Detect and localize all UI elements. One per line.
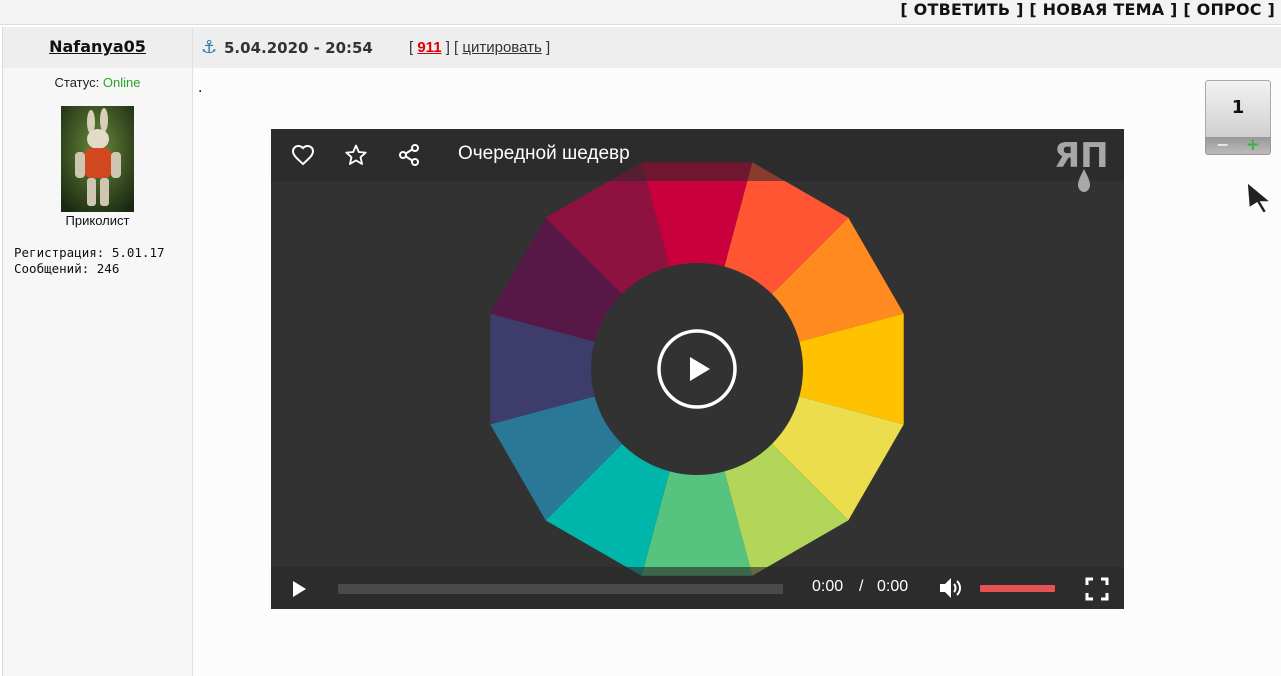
heart-icon[interactable] — [291, 143, 315, 167]
duration: 0:00 — [877, 578, 909, 595]
time-separator: / — [859, 578, 864, 595]
new-topic-button[interactable]: [ НОВАЯ ТЕМА ] — [1029, 0, 1177, 19]
user-meta: Регистрация: 5.01.17 Сообщений: 246 — [14, 245, 165, 277]
volume-icon[interactable] — [938, 576, 964, 600]
user-status: Статус: Online — [3, 75, 192, 90]
rating-minus-button[interactable]: − — [1216, 135, 1229, 154]
user-rank: Приколист — [65, 213, 130, 228]
rating-controls: − + — [1205, 135, 1271, 155]
post-body-text: . — [198, 80, 203, 96]
post-number-link[interactable]: 911 — [417, 39, 441, 56]
status-label: Статус: — [54, 75, 100, 90]
fullscreen-icon[interactable] — [1085, 577, 1109, 601]
play-button[interactable] — [289, 579, 309, 599]
current-time: 0:00 — [812, 578, 844, 595]
seek-bar[interactable] — [338, 584, 783, 594]
post-rating: 1 − + — [1205, 80, 1271, 155]
status-online: Online — [102, 75, 141, 90]
video-title: Очередной шедевр — [458, 143, 630, 164]
share-icon[interactable] — [397, 143, 421, 167]
post-datetime: 5.04.2020 - 20:54 — [224, 39, 373, 57]
volume-slider[interactable] — [980, 585, 1055, 592]
top-actions-bar: [ ОТВЕТИТЬ ] [ НОВАЯ ТЕМА ] [ ОПРОС ] — [0, 0, 1281, 25]
rating-value: 1 — [1205, 80, 1271, 138]
yap-logo-icon: ЯП — [1054, 137, 1109, 192]
poll-button[interactable]: [ ОПРОС ] — [1183, 0, 1275, 19]
rating-plus-button[interactable]: + — [1246, 135, 1260, 155]
svg-text:ЯП: ЯП — [1054, 137, 1109, 176]
username-link[interactable]: Nafanya05 — [3, 37, 192, 56]
post-number-block: [ 911 ] [ цитировать ] — [409, 39, 551, 56]
avatar-image — [61, 106, 134, 212]
mouse-cursor-icon — [1246, 180, 1274, 214]
user-sidebar: Nafanya05 Статус: Online Приколист Регис… — [2, 27, 193, 676]
avatar[interactable] — [61, 106, 134, 212]
post-header: ⚓ 5.04.2020 - 20:54 [ 911 ] [ цитировать… — [193, 27, 1281, 68]
anchor-icon[interactable]: ⚓ — [201, 37, 217, 58]
quote-link[interactable]: цитировать — [462, 39, 541, 56]
user-header: Nafanya05 — [3, 27, 192, 68]
reply-button[interactable]: [ ОТВЕТИТЬ ] — [900, 0, 1023, 19]
play-icon[interactable] — [656, 328, 738, 410]
thread-actions: [ ОТВЕТИТЬ ] [ НОВАЯ ТЕМА ] [ ОПРОС ] — [900, 0, 1275, 20]
star-icon[interactable] — [344, 143, 368, 167]
message-count: Сообщений: 246 — [14, 261, 120, 276]
registration-date: Регистрация: 5.01.17 — [14, 245, 165, 260]
video-player[interactable]: Очередной шедевр ЯП 0:00 / 0:00 — [271, 129, 1124, 609]
